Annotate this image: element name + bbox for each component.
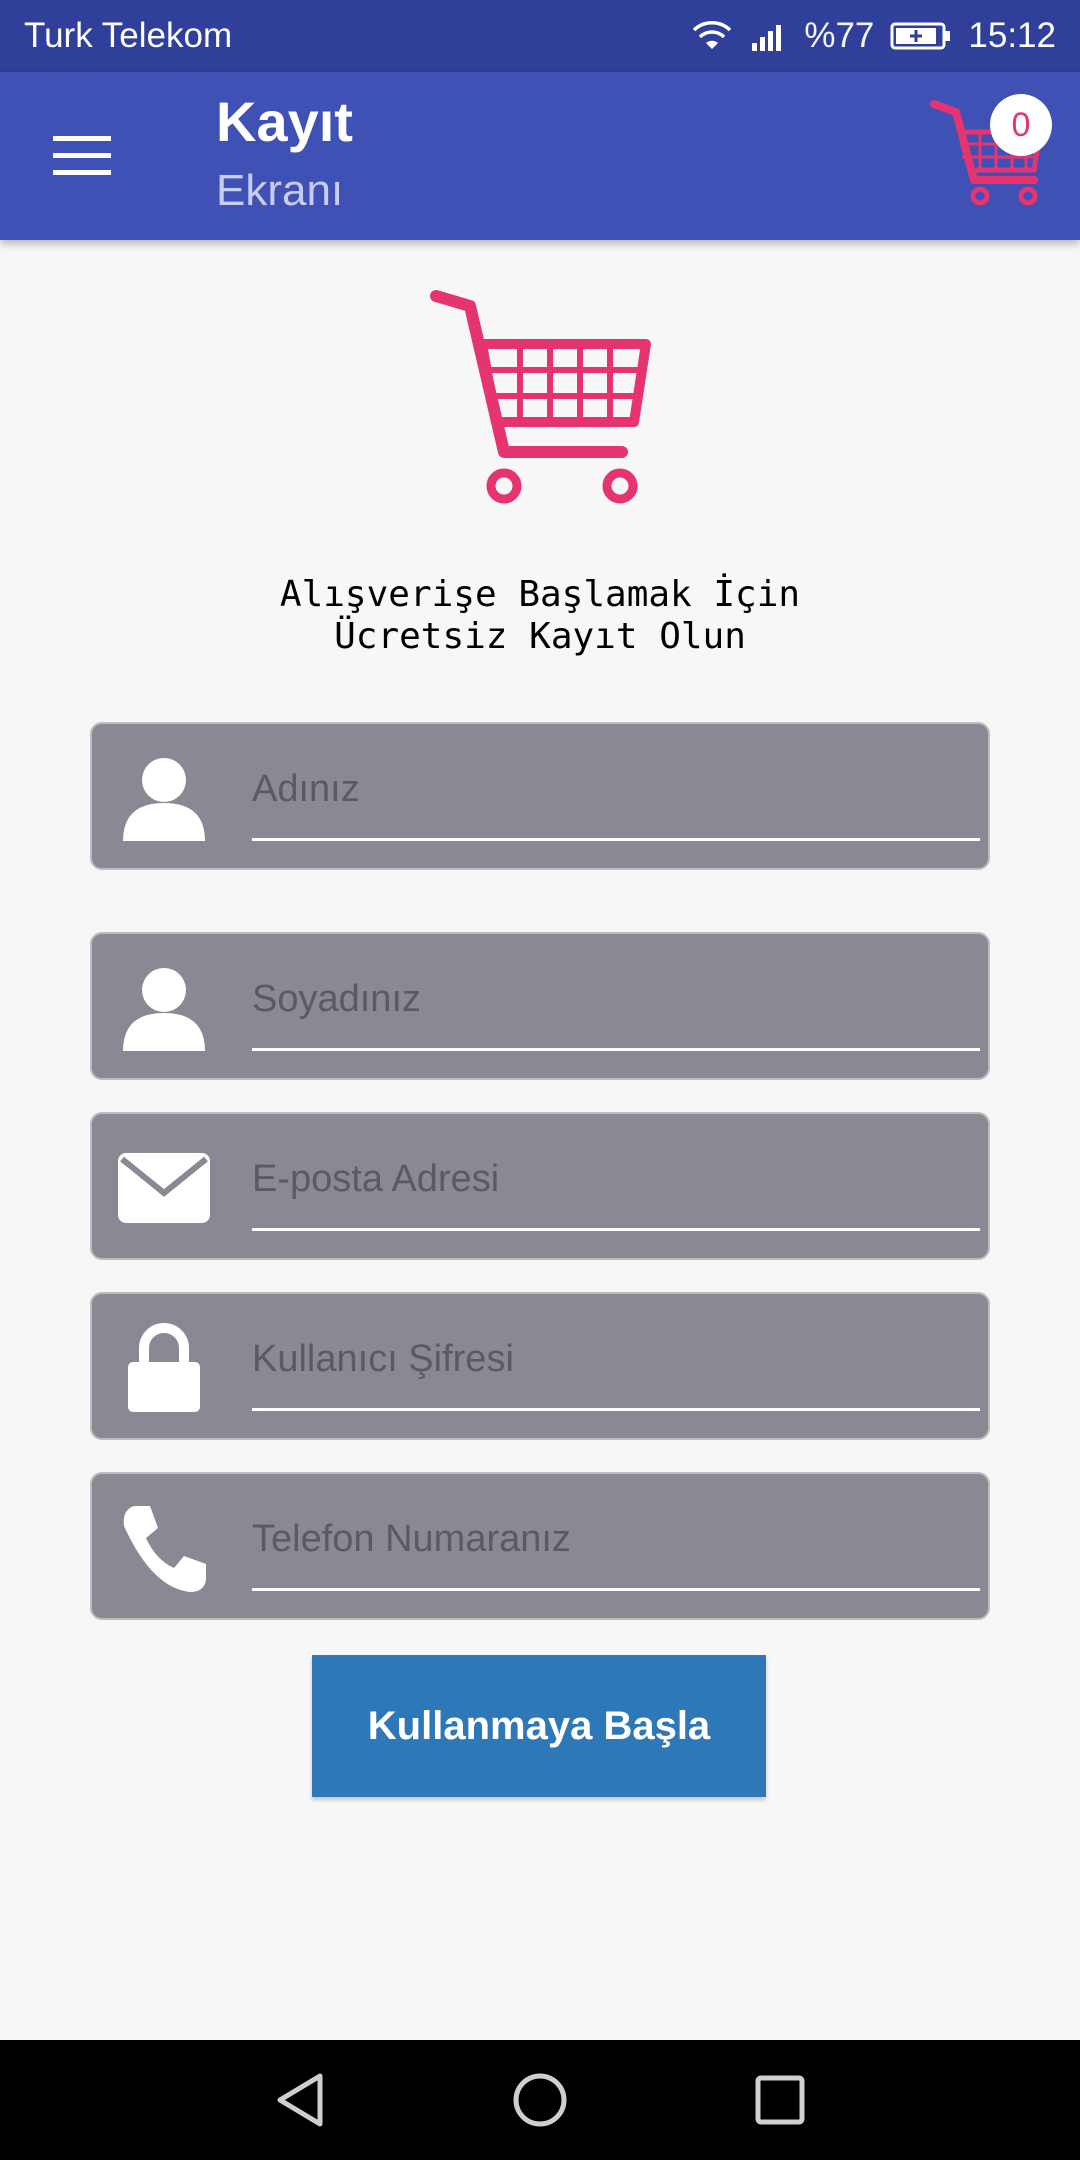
start-using-button[interactable]: Kullanmaya Başla <box>312 1655 766 1797</box>
cart-icon <box>426 290 654 512</box>
back-icon[interactable] <box>266 2064 338 2136</box>
registration-screen: Turk Telekom %77 15:12 Kayıt Ekranı 0 Al… <box>0 0 1080 2160</box>
cart-count-badge: 0 <box>990 94 1052 156</box>
headline-line-2: Ücretsiz Kayıt Olun <box>334 616 746 657</box>
phone-icon <box>114 1498 214 1598</box>
app-bar: Kayıt Ekranı 0 <box>0 72 1080 240</box>
first-name-input[interactable] <box>252 758 980 820</box>
cart-icon <box>930 100 1050 216</box>
password-input[interactable] <box>252 1328 980 1390</box>
last-name-field-container <box>90 932 990 1080</box>
cart-button[interactable]: 0 <box>930 92 1054 214</box>
clock: 15:12 <box>968 16 1056 55</box>
shopping-cart-logo <box>426 282 654 508</box>
envelope-icon <box>114 1138 214 1238</box>
input-underline <box>252 1048 980 1051</box>
navigation-bar <box>0 2040 1080 2160</box>
first-name-field-container <box>90 722 990 870</box>
headline-line-1: Alışverişe Başlamak İçin <box>279 574 801 615</box>
menu-button[interactable] <box>40 116 124 200</box>
wifi-icon <box>690 19 734 53</box>
status-bar: Turk Telekom %77 15:12 <box>0 0 1080 72</box>
battery-percent: %77 <box>804 16 875 55</box>
signal-icon <box>750 19 788 53</box>
email-field-container <box>90 1112 990 1260</box>
input-underline <box>252 1588 980 1591</box>
page-title-block: Kayıt Ekranı <box>216 90 353 220</box>
lock-icon <box>114 1318 214 1418</box>
input-underline <box>252 1408 980 1411</box>
page-title: Kayıt <box>216 90 353 153</box>
menu-icon <box>53 134 111 183</box>
carrier-name: Turk Telekom <box>24 16 233 55</box>
status-indicators: %77 15:12 <box>690 16 1056 56</box>
email-input[interactable] <box>252 1148 980 1210</box>
battery-icon <box>890 21 952 51</box>
home-icon[interactable] <box>504 2064 576 2136</box>
signup-headline: Alışverişe Başlamak İçin Ücretsiz Kayıt … <box>0 574 1080 658</box>
person-icon <box>114 748 214 848</box>
recents-icon[interactable] <box>744 2064 816 2136</box>
phone-field-container <box>90 1472 990 1620</box>
person-icon <box>114 958 214 1058</box>
password-field-container <box>90 1292 990 1440</box>
phone-input[interactable] <box>252 1508 980 1570</box>
page-subtitle: Ekranı <box>216 166 344 215</box>
input-underline <box>252 1228 980 1231</box>
input-underline <box>252 838 980 841</box>
last-name-input[interactable] <box>252 968 980 1030</box>
